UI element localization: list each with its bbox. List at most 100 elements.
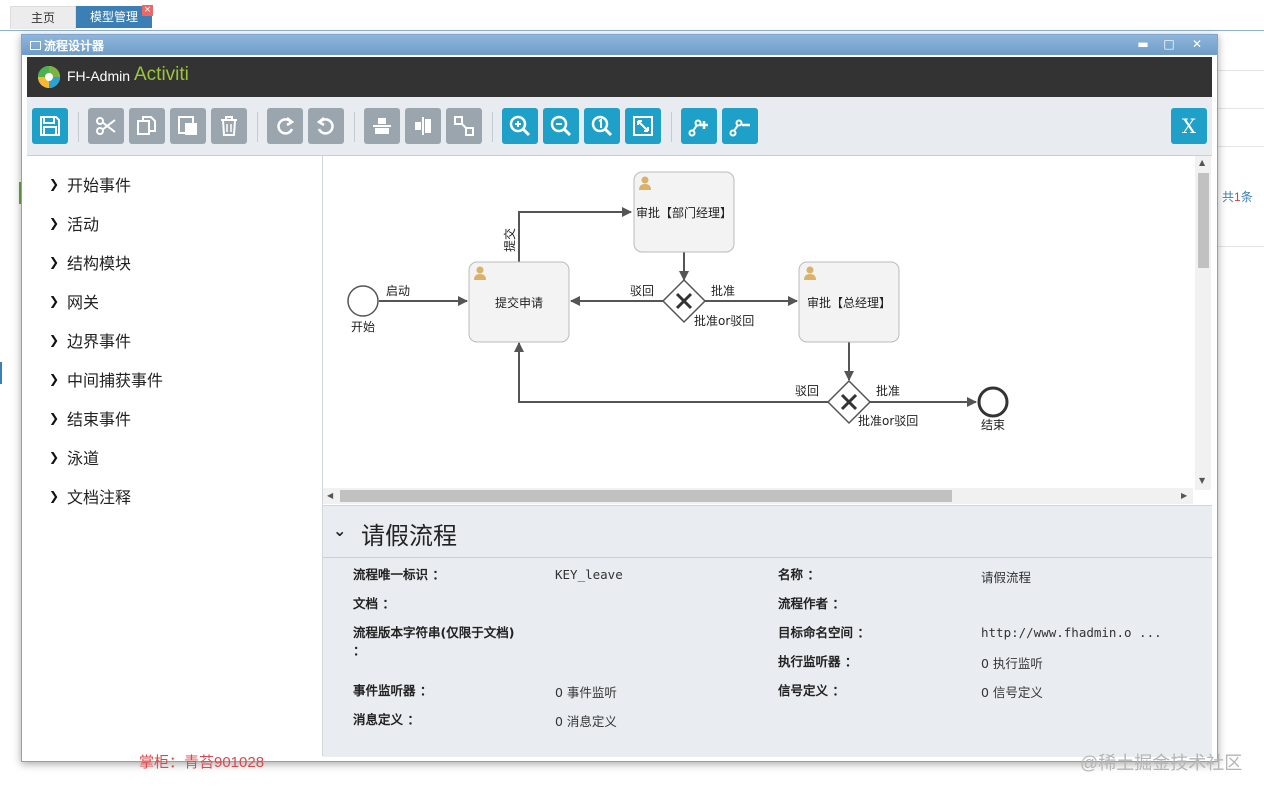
scroll-up-icon[interactable]: ▲ bbox=[1199, 158, 1205, 167]
palette-item-label: 活动 bbox=[67, 215, 100, 234]
toolbar-separator bbox=[671, 112, 672, 142]
save-button[interactable] bbox=[32, 108, 68, 144]
property-label: 名称 ： bbox=[778, 567, 820, 582]
brand-product: Activiti bbox=[134, 64, 189, 85]
delete-button[interactable] bbox=[211, 108, 247, 144]
chevron-down-icon[interactable]: ⌄ bbox=[333, 521, 346, 540]
properties-title: 请假流程 bbox=[361, 522, 457, 550]
minimize-button[interactable]: ▬ bbox=[1134, 35, 1152, 55]
zoom-in-button[interactable] bbox=[502, 108, 538, 144]
horizontal-scroll-thumb[interactable] bbox=[340, 490, 952, 502]
shape-palette: ❯ 开始事件 ❯ 活动 ❯ 结构模块 ❯ 网关 ❯ 边界事件 ❯ 中间捕获事件 ❯ 结束事件 … bbox=[27, 156, 323, 756]
chevron-right-icon: ❯ bbox=[49, 489, 60, 503]
palette-item-annotation[interactable]: ❯ 文档注释 bbox=[49, 484, 131, 508]
flow-label-gw2-approve: 批准 bbox=[876, 383, 900, 398]
properties-header[interactable]: ⌄ 请假流程 bbox=[323, 506, 1212, 558]
start-event[interactable] bbox=[347, 285, 379, 317]
align-horizontal-button[interactable] bbox=[364, 108, 400, 144]
task-submit-label: 提交申请 bbox=[495, 295, 543, 310]
diagram-canvas[interactable]: 开始 启动 提交申请 提交 审批【部门经理】 驳回 批准 批准or驳回 审批【总… bbox=[323, 156, 1195, 490]
zoom-out-button[interactable] bbox=[543, 108, 579, 144]
close-button[interactable]: ✕ bbox=[1188, 35, 1206, 55]
start-event-label: 开始 bbox=[351, 320, 375, 334]
bg-divider bbox=[1217, 108, 1264, 109]
close-designer-button[interactable]: X bbox=[1171, 108, 1207, 144]
dialog-title-bar[interactable]: 流程设计器 ▬ □ ✕ bbox=[22, 35, 1217, 55]
bg-divider bbox=[1217, 70, 1264, 71]
tab-close-icon[interactable]: × bbox=[142, 5, 153, 16]
bpmn-diagram[interactable]: 开始 启动 提交申请 提交 审批【部门经理】 驳回 批准 批准or驳回 审批【总… bbox=[323, 156, 1195, 490]
app-tab-bar: 主页 模型管理 × bbox=[0, 0, 1264, 31]
palette-item-end-event[interactable]: ❯ 结束事件 bbox=[49, 406, 131, 430]
chevron-right-icon: ❯ bbox=[49, 255, 60, 269]
palette-item-start-event[interactable]: ❯ 开始事件 bbox=[49, 172, 131, 196]
property-label: 目标命名空间 ： bbox=[778, 625, 870, 640]
flow-label-submit: 提交 bbox=[502, 228, 517, 252]
palette-item-label: 网关 bbox=[67, 293, 100, 312]
palette-item-activity[interactable]: ❯ 活动 bbox=[49, 211, 99, 235]
align-vertical-icon bbox=[415, 117, 431, 135]
property-message-definitions[interactable]: 0 消息定义 bbox=[555, 711, 617, 730]
flow-label-gw1-approve: 批准 bbox=[711, 283, 735, 298]
maximize-button[interactable]: □ bbox=[1160, 35, 1178, 55]
zoom-fit-icon bbox=[633, 116, 653, 136]
bend-remove-button[interactable] bbox=[722, 108, 758, 144]
paste-icon bbox=[178, 116, 197, 135]
cut-button[interactable] bbox=[88, 108, 124, 144]
property-label: 执行监听器 ： bbox=[778, 654, 858, 669]
scroll-down-icon[interactable]: ▼ bbox=[1199, 476, 1205, 485]
property-namespace[interactable]: http://www.fhadmin.o ... bbox=[981, 625, 1162, 640]
align-horizontal-icon bbox=[373, 118, 391, 134]
bend-add-button[interactable] bbox=[681, 108, 717, 144]
zoom-actual-button[interactable] bbox=[584, 108, 620, 144]
end-event[interactable] bbox=[977, 386, 1009, 418]
chevron-right-icon: ❯ bbox=[49, 450, 60, 464]
property-label: 流程唯一标识 ： bbox=[353, 567, 445, 582]
cut-icon bbox=[96, 117, 116, 135]
sequence-flow-gw2-reject[interactable] bbox=[514, 342, 828, 403]
palette-item-boundary-event[interactable]: ❯ 边界事件 bbox=[49, 328, 131, 352]
property-signal-definitions[interactable]: 0 信号定义 bbox=[981, 682, 1043, 701]
property-execution-listeners[interactable]: 0 执行监听 bbox=[981, 653, 1043, 672]
same-size-icon bbox=[454, 116, 474, 136]
brand-bar: FH-Admin Activiti bbox=[27, 57, 1212, 97]
process-designer-dialog: 流程设计器 ▬ □ ✕ FH-Admin Activiti X ❯ 开始事件 ❯… bbox=[21, 34, 1218, 762]
palette-item-intermediate-catch[interactable]: ❯ 中间捕获事件 bbox=[49, 367, 163, 391]
watermark-right: @稀土掘金技术社区 bbox=[1080, 753, 1243, 773]
property-label: 事件监听器 ： bbox=[353, 683, 433, 698]
redo-button[interactable] bbox=[267, 108, 303, 144]
zoom-in-icon bbox=[509, 115, 531, 137]
property-event-listeners[interactable]: 0 事件监听 bbox=[555, 682, 617, 701]
canvas-vertical-scrollbar[interactable]: ▲ ▼ bbox=[1195, 156, 1211, 490]
same-size-button[interactable] bbox=[446, 108, 482, 144]
property-name[interactable]: 请假流程 bbox=[981, 567, 1031, 586]
zoom-actual-icon bbox=[591, 115, 613, 137]
chevron-right-icon: ❯ bbox=[49, 294, 60, 308]
sequence-flow-submit[interactable] bbox=[518, 207, 632, 262]
scroll-right-icon[interactable]: ▶ bbox=[1181, 491, 1187, 500]
gateway-2-label: 批准or驳回 bbox=[858, 413, 918, 428]
undo-icon bbox=[316, 117, 334, 135]
property-label: 流程版本字符串(仅限于文档) ： bbox=[353, 625, 515, 658]
chevron-right-icon: ❯ bbox=[49, 333, 60, 347]
canvas-horizontal-scrollbar[interactable]: ◀ ▶ bbox=[323, 488, 1193, 504]
palette-item-gateway[interactable]: ❯ 网关 bbox=[49, 289, 99, 313]
copy-button[interactable] bbox=[129, 108, 165, 144]
redo-icon bbox=[277, 117, 295, 135]
paste-button[interactable] bbox=[170, 108, 206, 144]
vertical-scroll-thumb[interactable] bbox=[1198, 173, 1209, 268]
palette-item-structural[interactable]: ❯ 结构模块 bbox=[49, 250, 131, 274]
chevron-right-icon: ❯ bbox=[49, 372, 60, 386]
scroll-left-icon[interactable]: ◀ bbox=[327, 491, 333, 500]
undo-button[interactable] bbox=[308, 108, 344, 144]
property-process-id[interactable]: KEY_leave bbox=[555, 567, 623, 582]
chevron-right-icon: ❯ bbox=[49, 216, 60, 230]
zoom-fit-button[interactable] bbox=[625, 108, 661, 144]
property-label: 流程作者 ： bbox=[778, 596, 845, 611]
tab-model-management[interactable]: 模型管理 bbox=[76, 6, 152, 28]
tab-home[interactable]: 主页 bbox=[10, 6, 76, 29]
bend-remove-icon bbox=[729, 119, 750, 137]
palette-item-swimlane[interactable]: ❯ 泳道 bbox=[49, 445, 99, 469]
align-vertical-button[interactable] bbox=[405, 108, 441, 144]
task-gm-label: 审批【总经理】 bbox=[807, 295, 891, 310]
